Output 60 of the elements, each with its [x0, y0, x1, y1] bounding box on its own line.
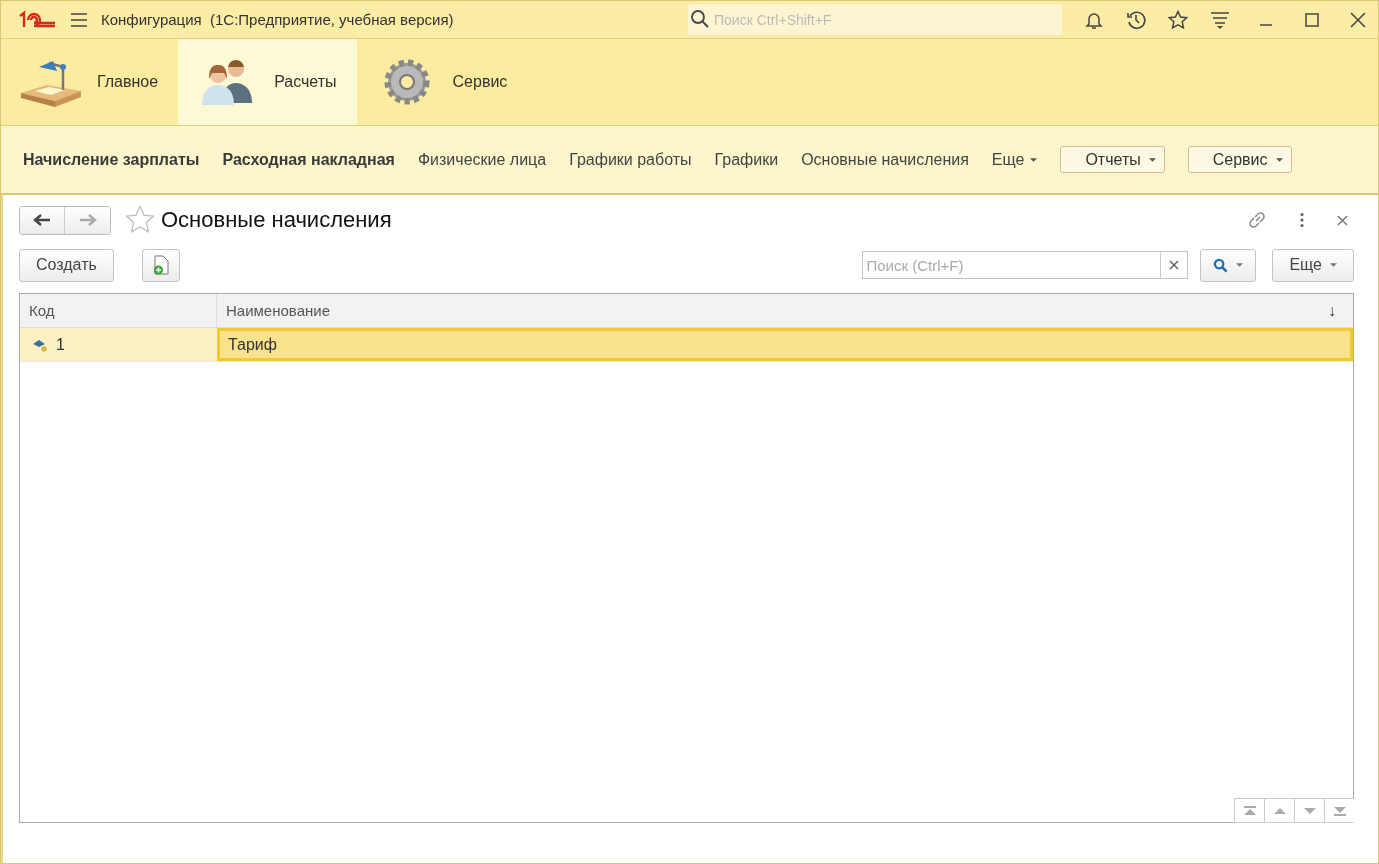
- caret-icon: [1330, 263, 1337, 267]
- panel-link[interactable]: Физические лица: [417, 150, 547, 169]
- scroll-down-icon: [1302, 806, 1317, 815]
- back-arrow-icon: [33, 214, 51, 226]
- history-icon[interactable]: [1126, 9, 1146, 30]
- table-cell: Тариф: [217, 328, 1353, 361]
- caret-icon: [1236, 263, 1244, 267]
- back-button[interactable]: [20, 206, 65, 234]
- close-icon[interactable]: [1337, 214, 1348, 226]
- section-tab[interactable]: Расчеты: [178, 39, 357, 125]
- panel-link[interactable]: Графики: [714, 150, 779, 169]
- caret-icon: [1030, 157, 1038, 162]
- create-button[interactable]: Создать: [19, 248, 114, 282]
- scroll-up-icon: [1272, 806, 1287, 815]
- panel-link[interactable]: Расходная накладная: [222, 150, 395, 169]
- column-header-label: Наименование: [226, 302, 330, 319]
- logo-icon: [17, 9, 57, 30]
- panel-link[interactable]: Основные начисления: [801, 150, 969, 169]
- column-header[interactable]: Код: [20, 294, 217, 327]
- column-header-label: Код: [29, 302, 55, 319]
- panel-link[interactable]: Начисление зарплаты: [23, 150, 200, 169]
- forward-arrow-icon: [78, 214, 97, 226]
- section-label: Сервис: [452, 73, 508, 91]
- copy-button[interactable]: [141, 248, 180, 282]
- window-title: Конфигурация (1С:Предприятие, учебная версия): [101, 11, 454, 28]
- search-button[interactable]: [1200, 248, 1257, 282]
- favorite-star-icon[interactable]: [125, 205, 155, 235]
- more-actions-icon[interactable]: [1299, 212, 1305, 228]
- add-document-icon: [152, 255, 169, 275]
- panel-menu-button[interactable]: Отчеты: [1060, 146, 1165, 173]
- section-tab[interactable]: Сервис: [356, 39, 528, 125]
- column-header[interactable]: Наименование ↓: [217, 294, 1353, 327]
- section-label: Расчеты: [274, 73, 337, 91]
- search-icon: [690, 9, 710, 29]
- more-link[interactable]: Еще: [991, 150, 1038, 169]
- filter-icon[interactable]: [1210, 9, 1230, 30]
- form-title: Основные начисления: [161, 207, 392, 233]
- link-icon[interactable]: [1247, 210, 1267, 230]
- sort-indicator: ↓: [1328, 301, 1336, 320]
- scroll-bottom-button[interactable]: [1324, 798, 1354, 823]
- scroll-bottom-icon: [1332, 805, 1347, 816]
- section-label: Главное: [97, 73, 159, 91]
- scroll-down-button[interactable]: [1294, 798, 1324, 823]
- close-icon[interactable]: [1348, 9, 1368, 30]
- section-tab[interactable]: Главное: [1, 39, 179, 125]
- caret-icon: [1275, 157, 1283, 162]
- panel-menu-button[interactable]: Сервис: [1187, 146, 1292, 173]
- search-field[interactable]: Поиск (Ctrl+F): [862, 251, 1189, 279]
- search-icon: [1213, 257, 1229, 273]
- clear-icon[interactable]: [1169, 260, 1180, 270]
- caret-icon: [1148, 157, 1156, 162]
- scroll-top-button[interactable]: [1234, 798, 1264, 823]
- scroll-up-button[interactable]: [1264, 798, 1294, 823]
- code-text: 1: [56, 335, 65, 354]
- more-button[interactable]: Еще: [1272, 248, 1354, 282]
- star-icon[interactable]: [1168, 9, 1188, 30]
- search-field[interactable]: Поиск Ctrl+Shift+F: [688, 4, 1062, 35]
- scroll-top-icon: [1242, 805, 1257, 816]
- panel-link[interactable]: Графики работы: [569, 150, 692, 169]
- item-icon: [32, 337, 48, 352]
